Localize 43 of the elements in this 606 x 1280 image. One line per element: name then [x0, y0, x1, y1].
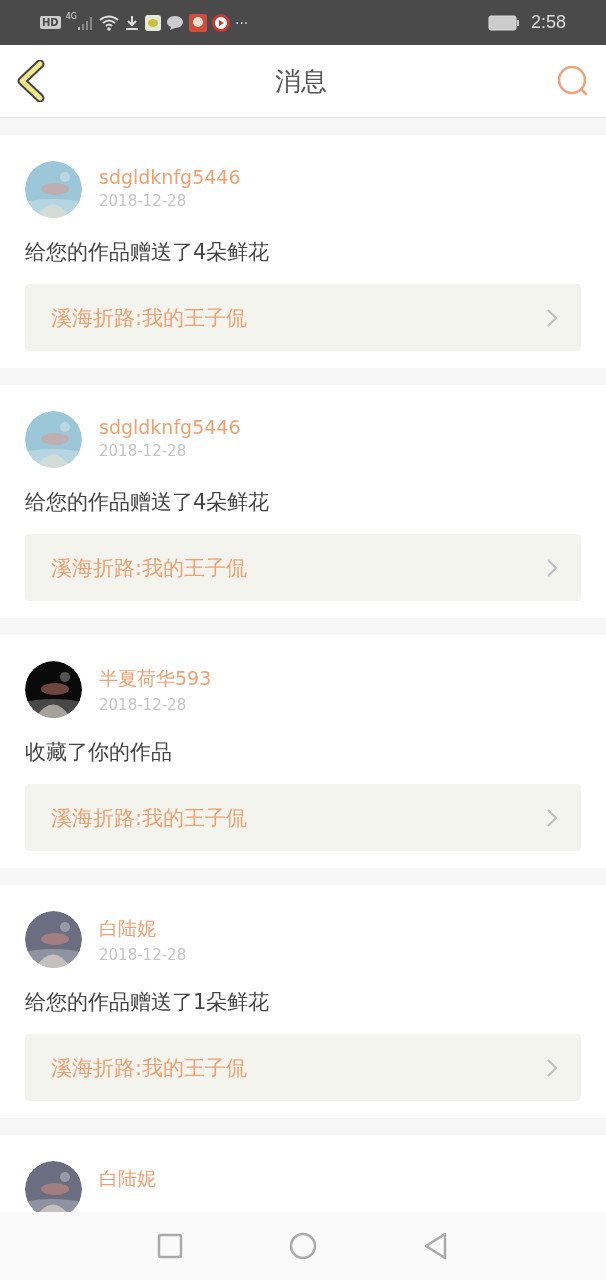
chevron-right-icon: [547, 308, 557, 327]
message-date: 2018-12-28: [99, 946, 187, 964]
signal-icon: [77, 15, 94, 30]
app-icon: [188, 13, 207, 32]
wifi-icon: [98, 14, 119, 31]
recents-button[interactable]: [157, 1233, 183, 1259]
work-link[interactable]: 溪海折路:我的王子侃: [25, 1034, 581, 1101]
work-title: 溪海折路:我的王子侃: [51, 1054, 248, 1082]
message-text: 给您的作品赠送了1朵鲜花: [25, 989, 271, 1016]
home-button[interactable]: [289, 1232, 317, 1260]
page-title: 消息: [275, 64, 327, 98]
play-icon: [211, 13, 230, 32]
work-title: 溪海折路:我的王子侃: [51, 304, 248, 332]
user-name[interactable]: 白陆妮: [99, 1166, 156, 1192]
chevron-right-icon: [547, 808, 557, 827]
chat-bubble-icon: [165, 14, 184, 31]
message-text: 给您的作品赠送了4朵鲜花: [25, 489, 271, 516]
more-notifications: ···: [234, 14, 249, 31]
network-type: 4G: [65, 12, 77, 21]
clock-time: 2:58: [530, 12, 566, 33]
work-title: 溪海折路:我的王子侃: [51, 554, 248, 582]
back-nav-button[interactable]: [423, 1232, 449, 1260]
user-name[interactable]: sdgldknfg5446: [99, 416, 241, 438]
chevron-right-icon: [547, 1058, 557, 1077]
download-icon: [123, 14, 140, 31]
message-text: 收藏了你的作品: [25, 739, 173, 766]
search-button[interactable]: [556, 64, 590, 98]
hd-indicator: HD: [40, 16, 61, 29]
back-button[interactable]: [16, 60, 46, 102]
message-date: 2018-12-28: [99, 192, 188, 210]
message-text: 给您的作品赠送了4朵鲜花: [25, 239, 271, 266]
user-name[interactable]: 半夏荷华593: [99, 666, 212, 692]
work-link[interactable]: 溪海折路:我的王子侃: [25, 284, 581, 351]
chevron-right-icon: [547, 558, 557, 577]
user-name[interactable]: 白陆妮: [99, 916, 187, 942]
message-date: 2018-12-28: [99, 442, 188, 460]
work-link[interactable]: 溪海折路:我的王子侃: [25, 784, 581, 851]
work-link[interactable]: 溪海折路:我的王子侃: [25, 534, 581, 601]
message-date: 2018-12-28: [99, 696, 188, 714]
work-title: 溪海折路:我的王子侃: [51, 804, 248, 832]
app-icon: [144, 14, 161, 31]
user-name[interactable]: sdgldknfg5446: [99, 166, 241, 188]
battery-icon: [487, 14, 520, 31]
